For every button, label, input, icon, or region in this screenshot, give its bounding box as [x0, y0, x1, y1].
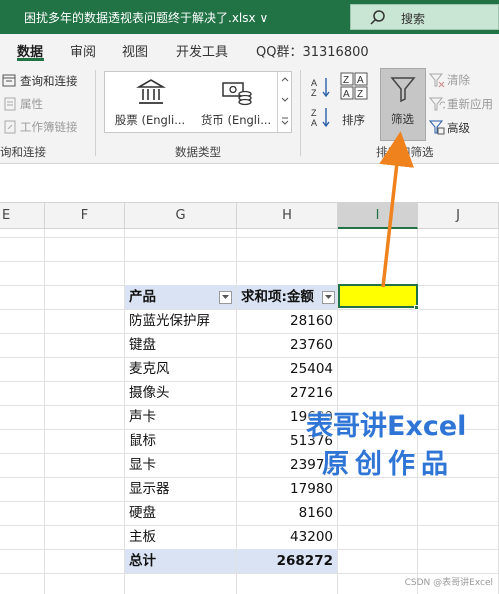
column-header-i[interactable]: I	[338, 203, 418, 229]
selected-cell-i[interactable]	[338, 284, 418, 308]
workbook-links-icon	[4, 120, 16, 134]
sum-field-dropdown[interactable]	[322, 291, 335, 304]
reapply-button[interactable]: 重新应用	[447, 96, 493, 112]
clear-button[interactable]: 清除	[447, 72, 470, 88]
pivot-row-product: 防蓝光保护屏	[129, 313, 210, 329]
active-tab-indicator	[17, 58, 44, 61]
pivot-row-amount: 28160	[290, 313, 333, 329]
credit-text: CSDN @表哥讲Excel	[404, 578, 493, 588]
grid-line	[44, 229, 45, 594]
column-header-f[interactable]: F	[45, 203, 125, 229]
product-filter-dropdown[interactable]	[219, 291, 232, 304]
advanced-filter-icon	[429, 120, 445, 135]
watermark-line1: 表哥讲Excel	[306, 411, 467, 442]
data-types-scroll[interactable]	[277, 72, 291, 132]
pivot-row-product: 显卡	[129, 457, 156, 473]
sort-filter-group-label: 排序和筛选	[376, 145, 434, 159]
svg-text:A: A	[311, 78, 317, 88]
svg-text:A: A	[357, 75, 364, 86]
column-headers: E F G H I J	[0, 203, 499, 229]
column-header-j[interactable]: J	[418, 203, 499, 229]
data-types-group-label: 数据类型	[175, 145, 221, 159]
pivot-row-amount: 43200	[290, 529, 333, 545]
svg-text:Z: Z	[311, 108, 317, 118]
workbook-links-button[interactable]: 工作簿链接	[20, 119, 78, 135]
pivot-row-product: 鼠标	[129, 433, 156, 449]
reapply-icon	[429, 97, 445, 111]
dropdown-arrow-icon	[222, 295, 229, 299]
bank-icon	[136, 79, 166, 104]
column-header-g[interactable]: G	[125, 203, 237, 229]
dropdown-arrow-icon	[325, 295, 332, 299]
data-types-gallery: 股票 (Engli... 货币 (Engli...	[104, 71, 292, 133]
sort-descending-icon[interactable]: Z A	[310, 106, 332, 128]
fill-handle[interactable]	[414, 305, 419, 310]
column-header-h[interactable]: H	[237, 203, 338, 229]
stocks-data-type-button[interactable]: 股票 (Engli...	[107, 72, 193, 132]
pivot-row-product: 声卡	[129, 409, 156, 425]
pivot-row-product: 显示器	[129, 481, 170, 497]
funnel-icon	[390, 77, 416, 103]
search-box[interactable]: 搜索	[350, 4, 499, 30]
currency-icon	[222, 82, 252, 106]
queries-connections-button[interactable]: 查询和连接	[20, 73, 78, 89]
group-separator	[95, 70, 96, 156]
pivot-header-sum-label: 求和项:金额	[241, 289, 314, 305]
window-title: 困扰多年的数据透视表问题终于解决了.xlsx ∨	[24, 11, 269, 25]
pivot-row-product: 硬盘	[129, 505, 156, 521]
advanced-button[interactable]: 高级	[447, 120, 470, 136]
svg-text:Z: Z	[357, 89, 363, 100]
watermark-line2: 原创作品	[322, 449, 454, 480]
pivot-row-amount: 25404	[290, 361, 333, 377]
svg-text:A: A	[311, 118, 317, 128]
properties-button[interactable]: 属性	[20, 96, 43, 112]
search-icon	[370, 10, 385, 25]
svg-text:A: A	[343, 89, 350, 100]
svg-text:Z: Z	[343, 75, 349, 86]
svg-text:Z: Z	[311, 88, 317, 98]
ribbon-tabs: 数据 审阅 视图 开发工具 QQ群：31316800	[0, 34, 499, 64]
filter-button[interactable]: 筛选	[380, 68, 426, 141]
clear-filter-icon	[429, 73, 445, 88]
group-separator	[300, 70, 301, 156]
tab-developer[interactable]: 开发工具	[176, 41, 228, 60]
properties-icon	[4, 97, 16, 111]
tab-qq-group[interactable]: QQ群：31316800	[256, 41, 369, 60]
pivot-row-amount: 27216	[290, 385, 333, 401]
pivot-header-product-label: 产品	[129, 289, 156, 305]
grid-line	[0, 261, 499, 262]
grid-line	[0, 237, 499, 238]
gallery-arrows-icon	[281, 77, 289, 125]
pivot-total-value: 268272	[237, 549, 337, 573]
queries-group-label: 询和连接	[0, 145, 46, 159]
pivot-row-product: 主板	[129, 529, 156, 545]
formula-bar-area	[0, 165, 499, 203]
tab-view[interactable]: 视图	[122, 41, 148, 60]
ribbon: 查询和连接 属性 工作簿链接 询和连接 股票 (Engli... 货币 (Eng…	[0, 64, 499, 164]
search-label: 搜索	[401, 12, 426, 26]
pivot-row-product: 键盘	[129, 337, 156, 353]
pivot-row-product: 摄像头	[129, 385, 170, 401]
currency-data-type-button[interactable]: 货币 (Engli...	[193, 72, 279, 132]
tab-review[interactable]: 审阅	[70, 41, 96, 60]
pivot-row-amount: 8160	[298, 505, 333, 521]
sort-button[interactable]: Z A A Z 排序	[338, 72, 370, 132]
pivot-total-label: 总计	[125, 549, 236, 573]
title-bar: 困扰多年的数据透视表问题终于解决了.xlsx ∨ 搜索	[0, 0, 499, 34]
sort-ascending-icon[interactable]: A Z	[310, 76, 332, 98]
queries-connections-icon	[2, 74, 16, 87]
sort-icon: Z A A Z	[340, 72, 368, 100]
pivot-row-product: 麦克风	[129, 361, 170, 377]
column-header-e[interactable]: E	[0, 203, 45, 229]
grid-line	[0, 573, 499, 574]
pivot-row-amount: 23760	[290, 337, 333, 353]
